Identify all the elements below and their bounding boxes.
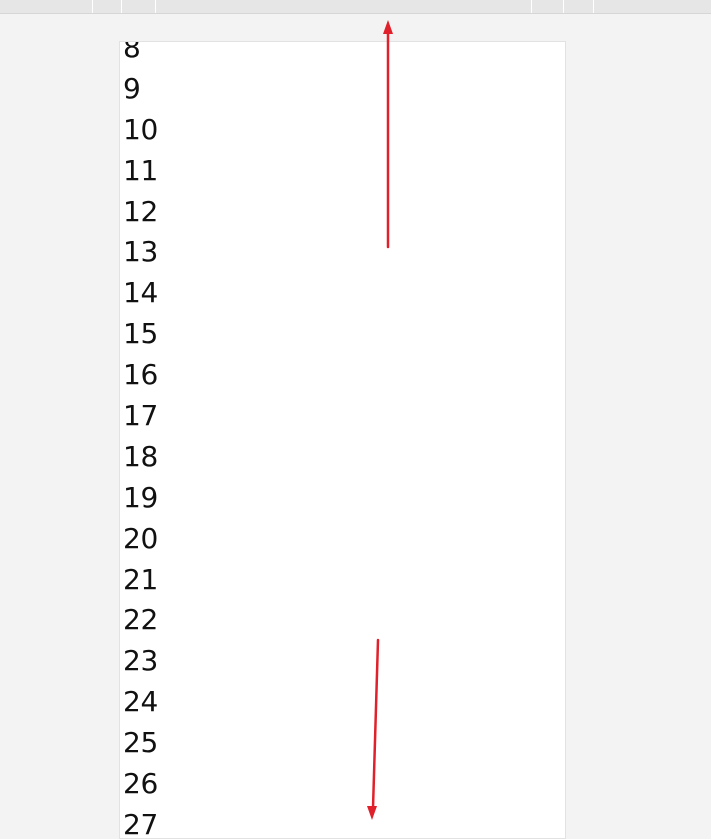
list-item: 8: [123, 41, 141, 64]
list-item: 11: [123, 153, 159, 187]
list-item: 12: [123, 194, 159, 228]
toolbar-divider: [121, 0, 122, 13]
list-item: 17: [123, 399, 159, 433]
scrollable-list-panel[interactable]: 8 9 10 11 12 13 14 15 16 17 18 19 20 21 …: [119, 41, 566, 839]
number-list: 8 9 10 11 12 13 14 15 16 17 18 19 20 21 …: [123, 41, 159, 839]
list-item: 19: [123, 480, 159, 514]
toolbar-divider: [593, 0, 594, 13]
toolbar-divider: [92, 0, 93, 13]
list-item: 25: [123, 726, 159, 760]
list-item: 14: [123, 276, 159, 310]
list-item: 26: [123, 767, 159, 801]
toolbar-divider: [563, 0, 564, 13]
list-item: 10: [123, 112, 159, 146]
list-item: 22: [123, 603, 159, 637]
toolbar-divider: [531, 0, 532, 13]
list-item: 15: [123, 317, 159, 351]
list-item: 23: [123, 644, 159, 678]
list-item: 18: [123, 439, 159, 473]
list-item: 27: [123, 807, 159, 839]
top-toolbar: [0, 0, 711, 14]
list-item: 16: [123, 358, 159, 392]
list-item: 24: [123, 685, 159, 719]
list-item: 9: [123, 71, 141, 105]
list-item: 20: [123, 521, 159, 555]
toolbar-divider: [155, 0, 156, 13]
list-item: 13: [123, 235, 159, 269]
list-item: 21: [123, 562, 159, 596]
screen: 8 9 10 11 12 13 14 15 16 17 18 19 20 21 …: [0, 0, 711, 839]
